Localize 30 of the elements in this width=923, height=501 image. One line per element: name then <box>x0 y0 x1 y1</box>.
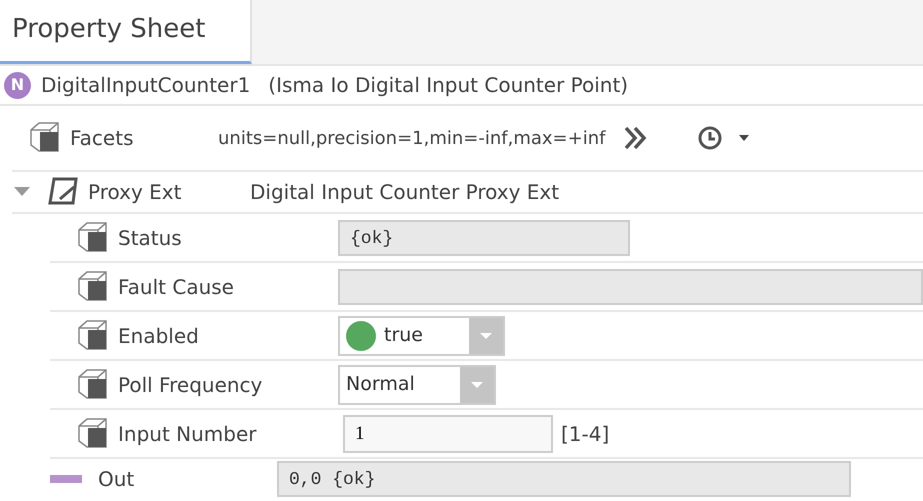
tab[interactable]: Property Sheet <box>0 0 252 64</box>
readonly-field: {ok} <box>338 220 630 256</box>
property-label: Facets <box>70 125 134 152</box>
range-hint: [1-4] <box>561 420 610 448</box>
history-button[interactable] <box>697 125 750 151</box>
property-icon <box>76 368 110 402</box>
property-icon <box>76 220 110 254</box>
caret-icon[interactable] <box>739 135 750 141</box>
extension-type: Digital Input Counter Proxy Ext <box>250 179 560 206</box>
component-badge-icon: N <box>4 72 31 98</box>
dropdown-field[interactable]: true <box>338 316 505 356</box>
property-label: Fault Cause <box>118 274 235 300</box>
property-icon <box>76 416 110 450</box>
property-label: Out <box>98 466 136 493</box>
property-icon <box>76 318 110 352</box>
component-type: (Isma Io Digital Input Counter Point) <box>268 72 628 99</box>
expand-caret-icon[interactable] <box>14 187 30 197</box>
property-label: Enabled <box>118 322 200 350</box>
property-icon <box>76 270 110 304</box>
dropdown-field[interactable]: Normal <box>338 364 496 404</box>
property-label: Status <box>118 224 183 252</box>
property-label: Poll Frequency <box>118 372 264 398</box>
facets-value: units=null,precision=1,min=-inf,max=+inf <box>218 126 606 150</box>
property-label: Input Number <box>118 420 258 448</box>
component-name: DigitalInputCounter1 <box>41 72 250 99</box>
out-slot-icon <box>50 475 82 483</box>
property-icon <box>28 121 62 155</box>
input-field[interactable]: 1 <box>343 414 553 452</box>
readonly-field: 0,0 {ok} <box>277 461 851 497</box>
property-label: Proxy Ext <box>88 179 182 206</box>
